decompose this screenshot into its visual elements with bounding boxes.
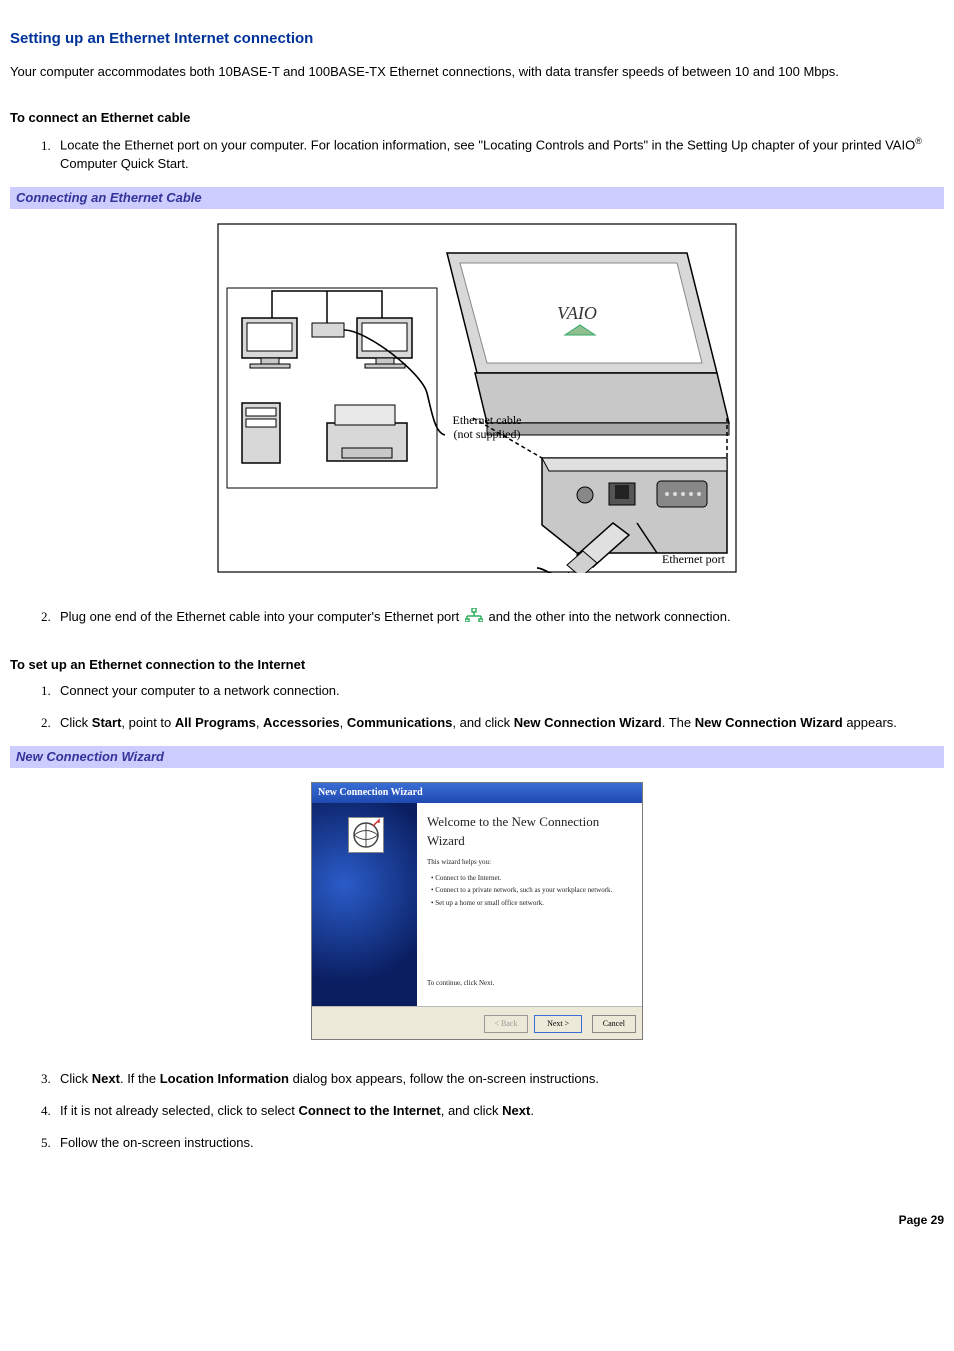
s1-step1: Locate the Ethernet port on your compute… [54,135,944,173]
svg-text:VAIO: VAIO [557,303,597,323]
ethernet-port-icon [465,608,483,627]
s2-step1: Connect your computer to a network conne… [54,682,944,700]
page-number: Page 29 [10,1212,944,1229]
wizard-cancel-button[interactable]: Cancel [592,1015,636,1032]
s1-step2-b: and the other into the network connectio… [488,609,730,624]
cable-label: Ethernet cable (not supplied) [442,413,532,473]
wizard-continue: To continue, click Next. [427,979,632,989]
s1-step2-a: Plug one end of the Ethernet cable into … [60,609,463,624]
figure2-caption: New Connection Wizard [10,746,944,768]
s1-step2: Plug one end of the Ethernet cable into … [54,608,944,627]
registered-mark: ® [915,136,922,146]
s1-step1-text-a: Locate the Ethernet port on your compute… [60,138,915,153]
figure-ethernet-cable: VAIO [10,223,944,578]
wizard-helps: This wizard helps you: [427,858,632,868]
wizard-titlebar: New Connection Wizard [312,783,642,803]
figure-wizard: New Connection Wizard Welcome to the New… [10,782,944,1039]
page-title: Setting up an Ethernet Internet connecti… [10,28,944,49]
wizard-back-button[interactable]: < Back [484,1015,529,1032]
s1-step1-text-b: Computer Quick Start. [60,156,189,171]
s2-step3: Click Next. If the Location Information … [54,1070,944,1088]
svg-text:Ethernet port: Ethernet port [662,552,726,566]
figure1-caption: Connecting an Ethernet Cable [10,187,944,209]
wizard-next-button[interactable]: Next > [534,1015,582,1032]
s2-step5: Follow the on-screen instructions. [54,1134,944,1152]
s2-step2: Click Start, point to All Programs, Acce… [54,714,944,732]
intro-paragraph: Your computer accommodates both 10BASE-T… [10,63,944,81]
section1-heading: To connect an Ethernet cable [10,109,944,127]
s2-step4: If it is not already selected, click to … [54,1102,944,1120]
section2-heading: To set up an Ethernet connection to the … [10,656,944,674]
wizard-globe-icon [348,817,384,853]
wizard-heading: Welcome to the New Connection Wizard [427,813,632,849]
